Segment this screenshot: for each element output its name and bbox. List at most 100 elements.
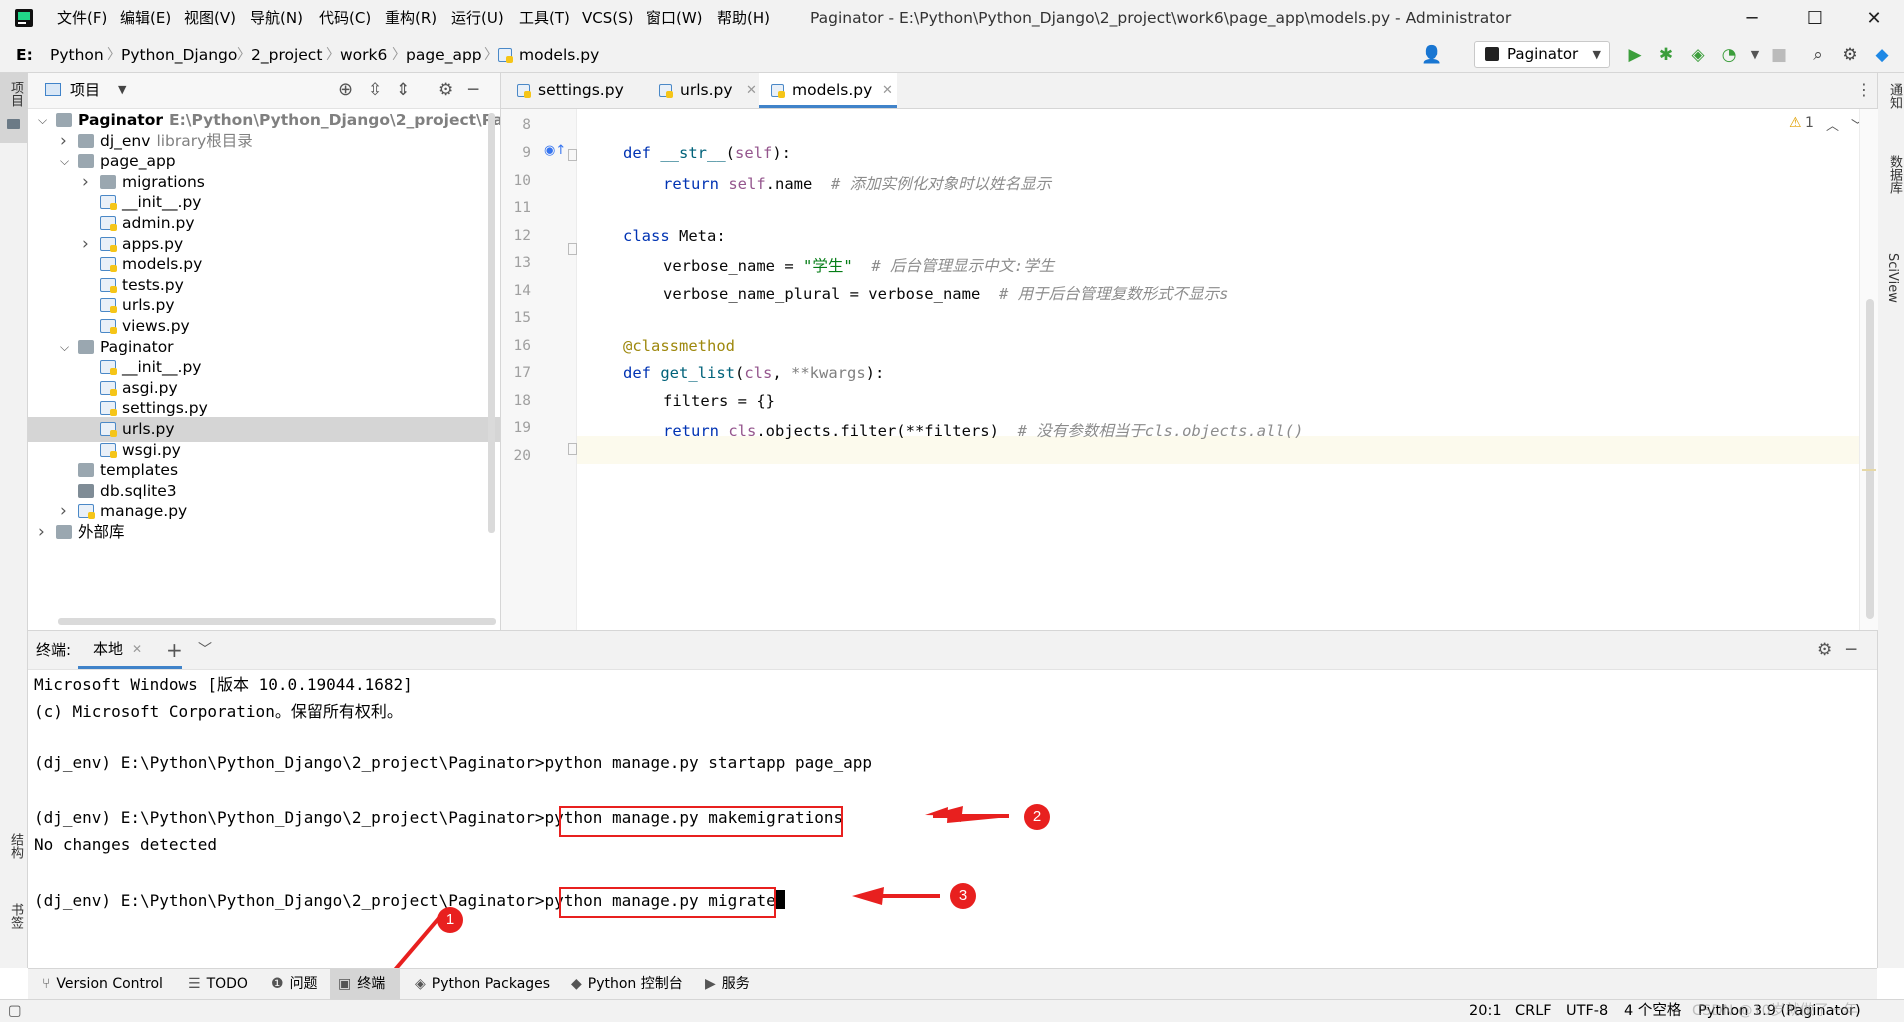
chevron-right-icon[interactable]: ›	[38, 520, 45, 545]
line-number: 12	[513, 228, 531, 244]
editor-scrollbar[interactable]	[1859, 109, 1878, 630]
menu-run[interactable]: 运行(U)	[451, 0, 504, 37]
menu-help[interactable]: 帮助(H)	[717, 0, 770, 37]
code-line-19[interactable]: return cls.objects.filter(**filters) # 没…	[663, 419, 1303, 441]
run-configuration-select[interactable]: Paginator ▼	[1474, 41, 1610, 68]
sciview-tool-button[interactable]: SciView	[1885, 253, 1900, 303]
more-run-options-icon[interactable]: ▼	[1743, 43, 1767, 67]
warning-icon[interactable]: ⚠	[1789, 115, 1802, 131]
tab-urls-py[interactable]: urls.py ✕	[659, 73, 759, 108]
project-scrollbar[interactable]	[488, 113, 495, 533]
breadcrumb-models-py[interactable]: models.py	[519, 37, 599, 73]
tool-python-packages[interactable]: ◈ Python Packages	[415, 969, 550, 999]
tool-services[interactable]: ▶ 服务	[705, 969, 750, 999]
line-number: 17	[513, 365, 531, 381]
chevron-down-icon[interactable]: ▼	[118, 73, 126, 107]
file-encoding[interactable]: UTF-8	[1566, 1000, 1608, 1022]
code-line-13[interactable]: verbose_name = "学生" # 后台管理显示中文:学生	[663, 254, 1054, 276]
close-tab-icon[interactable]: ✕	[882, 73, 893, 108]
breadcrumb-python-django[interactable]: Python_Django	[121, 37, 237, 73]
expand-all-icon[interactable]: ⇳	[368, 73, 382, 107]
tool-python-console[interactable]: ◆ Python 控制台	[571, 969, 683, 999]
python-file-icon	[100, 422, 117, 437]
warning-count[interactable]: 1	[1805, 115, 1814, 131]
hide-panel-icon[interactable]: ─	[468, 73, 478, 107]
code-token: ,	[772, 364, 791, 382]
stop-icon[interactable]: ■	[1767, 43, 1791, 67]
override-marker-icon[interactable]: ◉↑	[544, 143, 566, 158]
more-tabs-icon[interactable]: ⋮	[1856, 73, 1872, 107]
tab-models-py[interactable]: models.py ✕	[759, 73, 897, 108]
tool-label: 服务	[721, 976, 750, 992]
profile-icon[interactable]: ◔	[1717, 43, 1741, 67]
code-line-14[interactable]: verbose_name_plural = verbose_name # 用于后…	[663, 282, 1228, 304]
fold-marker-icon[interactable]	[568, 243, 577, 255]
editor-scroll-thumb[interactable]	[1866, 299, 1874, 619]
toggle-tool-windows-icon[interactable]: ▢	[8, 1000, 22, 1022]
line-separator[interactable]: CRLF	[1515, 1000, 1552, 1022]
tool-problems[interactable]: ❶ 问题	[271, 969, 318, 999]
menu-edit[interactable]: 编辑(E)	[120, 0, 171, 37]
breadcrumb-page-app[interactable]: page_app	[406, 37, 482, 73]
menu-file[interactable]: 文件(F)	[57, 0, 107, 37]
editor-area: settings.py urls.py ✕ models.py ✕ ⋮ 8 9 …	[501, 73, 1878, 630]
menu-vcs[interactable]: VCS(S)	[582, 0, 633, 37]
fold-marker-icon[interactable]	[568, 443, 577, 455]
jetbrains-logo-icon[interactable]: ◆	[1870, 43, 1894, 67]
project-panel-title[interactable]: 项目	[70, 73, 100, 107]
library-icon	[56, 525, 72, 539]
tree-item[interactable]: › 外部库	[28, 520, 500, 545]
python-file-icon	[659, 84, 673, 98]
structure-tool-button[interactable]: 结构	[0, 833, 27, 903]
breadcrumb-python[interactable]: Python	[50, 37, 104, 73]
gear-icon[interactable]: ⚙	[438, 73, 453, 107]
user-icon[interactable]: 👤	[1420, 43, 1444, 67]
folder-icon	[56, 113, 72, 127]
close-button[interactable]: ✕	[1848, 0, 1900, 37]
locate-file-icon[interactable]: ⊕	[338, 73, 353, 107]
maximize-button[interactable]: ☐	[1789, 0, 1841, 37]
menu-tools[interactable]: 工具(T)	[519, 0, 570, 37]
code-token: self	[728, 175, 766, 193]
code-line-10[interactable]: return self.name # 添加实例化对象时以姓名显示	[663, 172, 1051, 194]
menu-view[interactable]: 视图(V)	[184, 0, 236, 37]
watermark: CSDN @10岁就做了一年	[1692, 1003, 1858, 1019]
code-line-18[interactable]: filters = {}	[663, 392, 775, 410]
python-file-icon	[771, 84, 785, 98]
tab-settings-py[interactable]: settings.py	[517, 73, 627, 108]
fold-marker-icon[interactable]	[568, 149, 577, 161]
menu-navigate[interactable]: 导航(N)	[250, 0, 303, 37]
database-tool-button[interactable]: 数据库	[1885, 155, 1904, 194]
previous-problem-icon[interactable]: ︿	[1826, 115, 1839, 134]
project-tool-button[interactable]: 项目	[0, 73, 27, 143]
menu-code[interactable]: 代码(C)	[319, 0, 371, 37]
menu-window[interactable]: 窗口(W)	[646, 0, 703, 37]
line-number: 18	[513, 393, 531, 409]
search-icon[interactable]: ⌕	[1806, 43, 1830, 67]
collapse-all-icon[interactable]: ⇕	[396, 73, 410, 107]
code-line-17[interactable]: def get_list(cls, **kwargs):	[623, 364, 884, 382]
coverage-icon[interactable]: ◈	[1686, 43, 1710, 67]
notifications-tool-button[interactable]: 通知	[1885, 83, 1904, 109]
project-horizontal-scrollbar[interactable]	[58, 618, 496, 625]
run-icon[interactable]: ▶	[1623, 43, 1647, 67]
indent-setting[interactable]: 4 个空格	[1624, 1000, 1681, 1022]
code-line-12[interactable]: class Meta:	[623, 227, 726, 245]
bookmarks-tool-button[interactable]: 书签	[0, 903, 27, 968]
tool-todo[interactable]: ☰ TODO	[188, 969, 248, 999]
breadcrumb-drive[interactable]: E:	[16, 37, 33, 73]
tool-version-control[interactable]: ⑂ Version Control	[42, 969, 163, 999]
code-line-16[interactable]: @classmethod	[623, 337, 735, 355]
breadcrumb-work6[interactable]: work6	[340, 37, 387, 73]
minimize-button[interactable]: ─	[1726, 0, 1778, 37]
close-tab-icon[interactable]: ✕	[746, 73, 757, 108]
breadcrumb-2-project[interactable]: 2_project	[251, 37, 322, 73]
tool-terminal[interactable]: ▣ 终端	[330, 969, 400, 999]
debug-icon[interactable]: ✱	[1654, 43, 1678, 67]
caret-position[interactable]: 20:1	[1469, 1000, 1502, 1022]
code-comment: # 没有参数相当于cls.objects.all()	[1017, 422, 1304, 440]
menu-refactor[interactable]: 重构(R)	[385, 0, 437, 37]
settings-gear-icon[interactable]: ⚙	[1838, 43, 1862, 67]
code-line-9[interactable]: def __str__(self):	[623, 144, 791, 162]
window-title: Paginator - E:\Python\Python_Django\2_pr…	[810, 9, 1512, 27]
